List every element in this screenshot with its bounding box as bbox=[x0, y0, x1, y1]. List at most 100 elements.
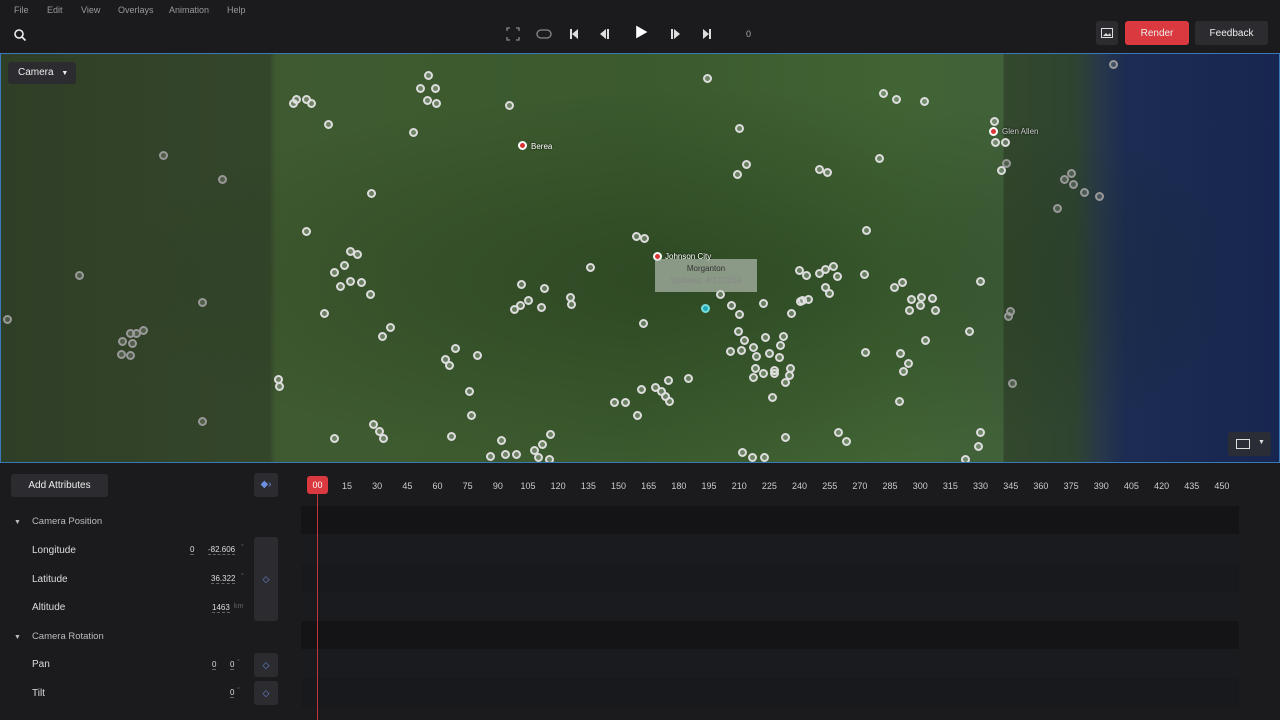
map-pin-berea[interactable] bbox=[518, 141, 527, 150]
map-pin[interactable] bbox=[128, 339, 137, 348]
map-pin[interactable] bbox=[727, 301, 736, 310]
menu-help[interactable]: Help bbox=[227, 0, 246, 15]
pan-keyframe-button[interactable]: ◇ bbox=[254, 653, 278, 677]
map-pin[interactable] bbox=[898, 278, 907, 287]
map-pin[interactable] bbox=[892, 95, 901, 104]
map-pin[interactable] bbox=[703, 74, 712, 83]
map-pin[interactable] bbox=[879, 89, 888, 98]
map-pin[interactable] bbox=[829, 262, 838, 271]
search-icon[interactable] bbox=[13, 28, 27, 42]
play-icon[interactable] bbox=[632, 24, 650, 40]
skip-to-end-icon[interactable] bbox=[701, 26, 713, 42]
map-pin[interactable] bbox=[640, 234, 649, 243]
map-pin[interactable] bbox=[117, 350, 126, 359]
map-pin[interactable] bbox=[787, 309, 796, 318]
pan-a-input[interactable]: 0 bbox=[212, 660, 217, 670]
map-pin[interactable] bbox=[875, 154, 884, 163]
map-pin[interactable] bbox=[139, 326, 148, 335]
map-pin[interactable] bbox=[1109, 60, 1118, 69]
camera-position-keyframe-button[interactable]: ◇ bbox=[254, 537, 278, 621]
menu-animation[interactable]: Animation bbox=[169, 0, 209, 15]
map-pin[interactable] bbox=[1080, 188, 1089, 197]
map-pin[interactable] bbox=[586, 263, 595, 272]
map-pin[interactable] bbox=[860, 270, 869, 279]
map-pin[interactable] bbox=[451, 344, 460, 353]
map-pin[interactable] bbox=[735, 124, 744, 133]
altitude-input[interactable]: 1463 bbox=[212, 603, 230, 613]
map-pin[interactable] bbox=[749, 343, 758, 352]
map-pin[interactable] bbox=[759, 369, 768, 378]
map-pin[interactable] bbox=[842, 437, 851, 446]
map-pin[interactable] bbox=[537, 303, 546, 312]
map-pin[interactable] bbox=[742, 160, 751, 169]
map-pin[interactable] bbox=[896, 349, 905, 358]
map-pin[interactable] bbox=[302, 227, 311, 236]
map-pin[interactable] bbox=[473, 351, 482, 360]
map-pin[interactable] bbox=[748, 453, 757, 462]
map-pin[interactable] bbox=[834, 428, 843, 437]
longitude-input[interactable]: -82.606 bbox=[208, 545, 236, 555]
map-pin[interactable] bbox=[366, 290, 375, 299]
map-pin[interactable] bbox=[465, 387, 474, 396]
map-pin[interactable] bbox=[336, 282, 345, 291]
map-pin[interactable] bbox=[752, 352, 761, 361]
map-pin[interactable] bbox=[340, 261, 349, 270]
playhead[interactable]: 00 bbox=[307, 476, 328, 494]
map-pin[interactable] bbox=[823, 168, 832, 177]
map-pin[interactable] bbox=[378, 332, 387, 341]
tilt-keyframe-button[interactable]: ◇ bbox=[254, 681, 278, 705]
map-pin[interactable] bbox=[159, 151, 168, 160]
map-pin[interactable] bbox=[759, 299, 768, 308]
map-pin[interactable] bbox=[684, 374, 693, 383]
map-pin[interactable] bbox=[497, 436, 506, 445]
map-pin[interactable] bbox=[833, 272, 842, 281]
map-pin[interactable] bbox=[974, 442, 983, 451]
map-pin[interactable] bbox=[289, 99, 298, 108]
map-pin[interactable] bbox=[726, 347, 735, 356]
latitude-input[interactable]: 36.322 bbox=[211, 574, 236, 584]
map-pin[interactable] bbox=[738, 448, 747, 457]
map-pin[interactable] bbox=[320, 309, 329, 318]
map-pin[interactable] bbox=[862, 226, 871, 235]
map-pin[interactable] bbox=[524, 296, 533, 305]
map-pin[interactable] bbox=[740, 336, 749, 345]
map-pin[interactable] bbox=[825, 289, 834, 298]
pan-b-input[interactable]: 0 bbox=[230, 660, 235, 670]
map-pin[interactable] bbox=[447, 432, 456, 441]
map-pin[interactable] bbox=[330, 434, 339, 443]
screenshot-button[interactable] bbox=[1096, 21, 1118, 45]
map-pin[interactable] bbox=[330, 268, 339, 277]
map-pin[interactable] bbox=[665, 397, 674, 406]
map-pin[interactable] bbox=[890, 283, 899, 292]
map-pin[interactable] bbox=[610, 398, 619, 407]
map-pin[interactable] bbox=[621, 398, 630, 407]
map-pin[interactable] bbox=[423, 96, 432, 105]
camera-position-section[interactable]: ▼ Camera Position bbox=[14, 516, 102, 527]
map-pin[interactable] bbox=[781, 433, 790, 442]
map-pin[interactable] bbox=[976, 277, 985, 286]
map-pin[interactable] bbox=[735, 310, 744, 319]
tilt-input[interactable]: 0 bbox=[230, 688, 235, 698]
menu-view[interactable]: View bbox=[81, 0, 100, 15]
map-pin[interactable] bbox=[1053, 204, 1062, 213]
map-pin[interactable] bbox=[379, 434, 388, 443]
map-pin[interactable] bbox=[510, 305, 519, 314]
map-viewport[interactable]: Camera ▼ Berea Johnson City Glen Allen M… bbox=[0, 53, 1280, 463]
map-pin[interactable] bbox=[467, 411, 476, 420]
map-pin[interactable] bbox=[991, 138, 1000, 147]
map-pin[interactable] bbox=[431, 84, 440, 93]
map-pin[interactable] bbox=[1008, 379, 1017, 388]
map-pin[interactable] bbox=[921, 336, 930, 345]
map-pin[interactable] bbox=[501, 450, 510, 459]
map-pin[interactable] bbox=[486, 452, 495, 461]
map-pin[interactable] bbox=[920, 97, 929, 106]
map-pin[interactable] bbox=[737, 346, 746, 355]
map-pin[interactable] bbox=[997, 166, 1006, 175]
map-pin[interactable] bbox=[664, 376, 673, 385]
longitude-x-input[interactable]: 0 bbox=[190, 545, 195, 555]
map-pin[interactable] bbox=[126, 351, 135, 360]
map-pin[interactable] bbox=[768, 393, 777, 402]
map-pin-glen-allen[interactable] bbox=[989, 127, 998, 136]
map-pin[interactable] bbox=[386, 323, 395, 332]
map-pin[interactable] bbox=[545, 455, 554, 462]
